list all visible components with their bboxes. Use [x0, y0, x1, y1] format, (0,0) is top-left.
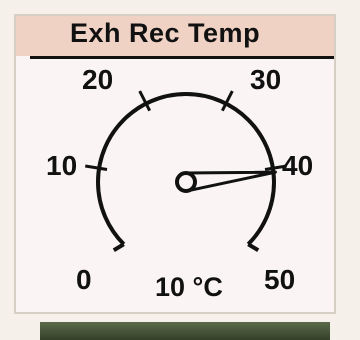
gauge-needle [175, 170, 277, 193]
gauge-arc [96, 92, 276, 246]
gauge-tick-label-20: 20 [82, 64, 114, 95]
arc-start-hook [112, 242, 125, 252]
gauge-needle-pointer [183, 170, 277, 193]
arc-end-hook [247, 242, 260, 252]
gauge-tick-label-50: 50 [264, 264, 296, 295]
gauge-needle-hub [175, 171, 197, 193]
bottom-edge-strip [40, 322, 330, 340]
gauge-tick-label-0: 0 [76, 264, 92, 295]
gauge-tick-10 [85, 164, 108, 171]
gauge-readout: 10 °C [155, 272, 223, 302]
gauge-tick-label-10: 10 [46, 150, 78, 181]
gauge-widget-frame: Exh Rec Temp 0 10 20 30 40 50 10 °C [0, 0, 360, 340]
gauge-tick-label-40: 40 [282, 150, 314, 181]
gauge-tick-label-30: 30 [250, 64, 282, 95]
